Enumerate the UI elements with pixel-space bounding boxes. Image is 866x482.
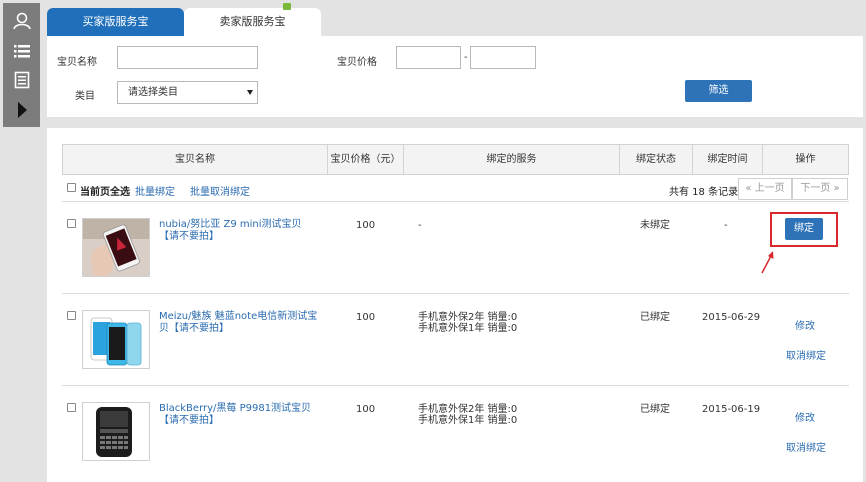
header-status: 绑定状态 [620, 145, 693, 174]
product-table-panel: 宝贝名称 宝贝价格（元） 绑定的服务 绑定状态 绑定时间 操作 当前页全选 批量… [47, 128, 863, 482]
header-actions: 操作 [795, 154, 816, 165]
bind-button[interactable]: 绑定 [785, 218, 823, 240]
row-checkbox[interactable] [67, 311, 76, 320]
row-checkbox[interactable] [67, 403, 76, 412]
next-page-button[interactable]: 下一页 » [792, 178, 848, 200]
service-line: 手机意外保1年 销量:0 [418, 323, 518, 334]
tab-buyer[interactable]: 买家版服务宝 [47, 8, 184, 36]
user-icon[interactable] [3, 9, 40, 33]
header-name: 宝贝名称 [63, 145, 328, 174]
price-separator: - [464, 52, 468, 63]
filter-button[interactable]: 筛选 [685, 80, 752, 102]
list-icon[interactable] [3, 39, 40, 63]
service-line: 手机意外保1年 销量:0 [418, 415, 518, 426]
table-toolbar: 当前页全选 批量绑定 批量取消绑定 共有 18 条记录 « 上一页 下一页 » [62, 175, 849, 202]
product-thumbnail[interactable] [82, 402, 150, 461]
bind-status: 已绑定 [640, 404, 670, 415]
tab-seller[interactable]: 卖家版服务宝 [184, 8, 321, 36]
header-time: 绑定时间 [693, 145, 763, 174]
play-icon[interactable] [3, 98, 40, 122]
record-count: 共有 18 条记录 [669, 187, 739, 198]
bind-time: 2015-06-29 [702, 312, 761, 323]
product-thumbnail[interactable] [82, 218, 150, 277]
category-select[interactable]: 请选择类目 [117, 81, 258, 104]
left-sidebar [3, 3, 40, 127]
service-line: - [418, 220, 422, 231]
select-all-label[interactable]: 当前页全选 [80, 183, 130, 198]
edit-link[interactable]: 修改 [795, 409, 815, 424]
product-thumbnail[interactable] [82, 310, 150, 369]
table-row: nubia/努比亚 Z9 mini测试宝贝【请不要拍】 100 - 未绑定 - … [62, 203, 849, 294]
bound-services: - [418, 220, 422, 231]
name-label: 宝贝名称 [57, 57, 97, 68]
unbind-link[interactable]: 取消绑定 [786, 439, 826, 454]
table-row: BlackBerry/黑莓 P9981测试宝贝【请不要拍】 100 手机意外保2… [62, 387, 849, 482]
product-price: 100 [356, 312, 376, 323]
bind-status: 未绑定 [640, 220, 670, 231]
document-icon[interactable] [3, 68, 40, 92]
price-max-input[interactable] [470, 46, 536, 69]
table-row: Meizu/魅族 魅蓝note电信新测试宝贝【请不要拍】 100 手机意外保2年… [62, 295, 849, 386]
batch-bind-link[interactable]: 批量绑定 [135, 183, 175, 198]
bind-time: 2015-06-19 [702, 404, 761, 415]
batch-unbind-link[interactable]: 批量取消绑定 [190, 183, 250, 198]
chevron-down-icon [247, 90, 253, 95]
header-services: 绑定的服务 [404, 145, 620, 174]
name-input[interactable] [117, 46, 258, 69]
row-checkbox[interactable] [67, 219, 76, 228]
price-min-input[interactable] [396, 46, 461, 69]
service-line: 手机意外保2年 销量:0 [418, 404, 518, 415]
select-all-checkbox[interactable] [67, 183, 76, 192]
price-label: 宝贝价格 [337, 57, 377, 68]
edit-link[interactable]: 修改 [795, 317, 815, 332]
bound-services: 手机意外保2年 销量:0 手机意外保1年 销量:0 [418, 404, 517, 426]
filter-panel: 宝贝名称 宝贝价格 - 类目 请选择类目 筛选 [47, 36, 863, 117]
arrow-annotation-icon [761, 251, 774, 274]
product-price: 100 [356, 404, 376, 415]
header-price: 宝贝价格（元） [328, 145, 404, 174]
unbind-link[interactable]: 取消绑定 [786, 347, 826, 362]
category-label: 类目 [75, 91, 95, 102]
service-line: 手机意外保2年 销量:0 [418, 312, 518, 323]
prev-page-button[interactable]: « 上一页 [738, 178, 792, 200]
bound-services: 手机意外保2年 销量:0 手机意外保1年 销量:0 [418, 312, 517, 334]
product-name-link[interactable]: nubia/努比亚 Z9 mini测试宝贝【请不要拍】 [159, 219, 319, 243]
bind-status: 已绑定 [640, 312, 670, 323]
table-header: 宝贝名称 宝贝价格（元） 绑定的服务 绑定状态 绑定时间 操作 [62, 144, 849, 175]
category-value: 请选择类目 [128, 87, 178, 98]
product-name-link[interactable]: Meizu/魅族 魅蓝note电信新测试宝贝【请不要拍】 [159, 311, 319, 335]
product-price: 100 [356, 220, 376, 231]
bind-time: - [724, 220, 728, 231]
product-name-link[interactable]: BlackBerry/黑莓 P9981测试宝贝【请不要拍】 [159, 403, 319, 427]
new-badge-icon [283, 3, 291, 10]
